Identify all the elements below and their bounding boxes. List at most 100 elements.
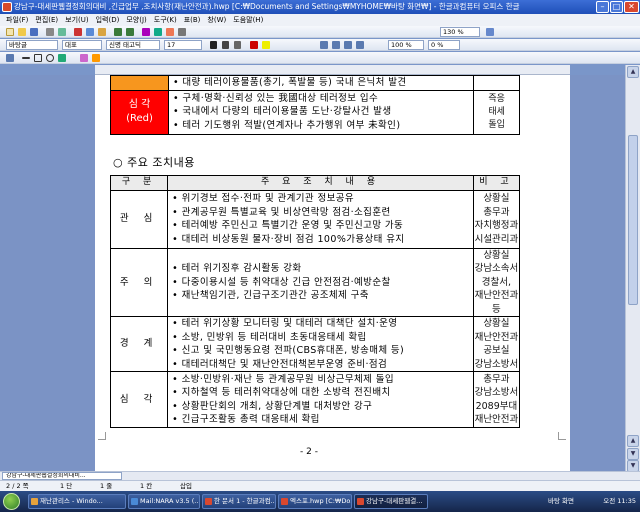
paste-icon[interactable] xyxy=(98,28,106,36)
window-titlebar[interactable]: 강남구-대세판웹결정회의대비 ,긴급업무 ,조치사항(재난안전과).hwp [C… xyxy=(0,0,640,14)
taskbar-item[interactable]: 한 문서 1 - 한글과컴... xyxy=(202,494,276,509)
status-line: 1 줄 xyxy=(100,482,113,490)
system-tray: 바탕 화면 오전 11:35 xyxy=(548,493,640,510)
list-item: 다중이용시설 등 취약대상 긴급 안전점검·예방순찰 xyxy=(172,276,473,290)
open-folder-icon[interactable] xyxy=(18,28,26,36)
hwp-app-icon[interactable] xyxy=(2,2,12,12)
cut-icon[interactable] xyxy=(74,28,82,36)
document-tab[interactable]: 강남구-대세판웹결정회의대비... xyxy=(2,472,122,480)
close-button[interactable]: ✕ xyxy=(624,1,639,13)
status-bar: 2 / 2 쪽 1 단 1 줄 1 칸 삽입 xyxy=(0,480,640,491)
ellipse-icon[interactable] xyxy=(46,54,54,62)
textbox-icon[interactable] xyxy=(58,54,66,62)
alert-level-table: 대량 테러이용물품(총기, 폭발물 등) 국내 은닉처 발견 심 각(Red) … xyxy=(110,75,520,135)
taskbar-item-label: 한 문서 1 - 한글과컴... xyxy=(214,497,276,505)
font-language-select[interactable]: 대표 xyxy=(62,40,102,50)
underline-icon[interactable] xyxy=(234,41,241,49)
header-content: 주 요 조 치 내 용 xyxy=(167,175,474,191)
critical-level-cell: 심 각 (Red) xyxy=(110,89,169,135)
font-select[interactable]: 신명 태고딕 xyxy=(106,40,160,50)
taskbar-item-active[interactable]: 강남구-대세판웹결... xyxy=(354,494,428,509)
prev-page-icon[interactable]: ▲ xyxy=(627,435,639,447)
maximize-button[interactable]: □ xyxy=(610,1,623,13)
print-icon[interactable] xyxy=(46,28,54,36)
menu-insert[interactable]: 입력(D) xyxy=(96,16,120,24)
list-item: 신고 및 국민행동요령 전파(CBS휴대폰, 방송매체 등) xyxy=(172,344,473,358)
list-item: 테러 기도행위 적발(연계자나 추가행위 여부 未확인) xyxy=(173,119,473,133)
table-row: 경 계 테러 위기상황 모니터링 및 대테러 대책단 설치·운영 소방, 민방위… xyxy=(109,316,521,372)
row-content: 테러 위기상황 모니터링 및 대테러 대책단 설치·운영 소방, 민방위 등 테… xyxy=(167,316,474,372)
font-color-icon[interactable] xyxy=(250,41,258,49)
taskbar-item[interactable]: 재난관리스 - Windo... xyxy=(28,494,126,509)
note-line: 재난안전과 xyxy=(474,331,519,343)
font-size-select[interactable]: 17 xyxy=(164,40,202,50)
char-spacing-select[interactable]: 0 % xyxy=(428,40,460,50)
rectangle-icon[interactable] xyxy=(34,54,42,62)
windows-taskbar: 재난관리스 - Windo... Mail:NARA v3.5 (... 한 문… xyxy=(0,491,640,512)
bold-icon[interactable] xyxy=(210,41,217,49)
list-item: 소방·민방위·재난 등 관계공무원 비상근무체제 돌입 xyxy=(172,373,473,387)
menu-table[interactable]: 표(B) xyxy=(184,16,201,24)
menu-file[interactable]: 파일(F) xyxy=(6,16,28,24)
preview-icon[interactable] xyxy=(58,28,66,36)
next-page-icon[interactable]: ▼ xyxy=(627,448,639,460)
menu-format[interactable]: 모양(J) xyxy=(126,16,146,24)
list-item: 테러 위기징후 감시활동 강화 xyxy=(172,262,473,276)
taskbar-item[interactable]: 엑스포.hwp [C:₩Do... xyxy=(278,494,352,509)
list-item: 긴급구조활동 총력 대응태세 확립 xyxy=(172,413,473,427)
align-right-icon[interactable] xyxy=(344,41,352,49)
list-item: 대테러 비상동원 물자·장비 점검 100%가용상태 유지 xyxy=(172,233,473,247)
format-toolbar: 바탕글 대표 신명 태고딕 17 100 % 0 % xyxy=(0,39,640,51)
hwp-icon xyxy=(205,498,212,505)
align-center-icon[interactable] xyxy=(332,41,340,49)
status-mode[interactable]: 삽입 xyxy=(180,481,192,491)
list-item: 재난책임기관, 긴급구조기관간 공조체제 구축 xyxy=(172,289,473,303)
taskbar-item[interactable]: Mail:NARA v3.5 (... xyxy=(128,494,200,509)
style-select[interactable]: 바탕글 xyxy=(6,40,58,50)
new-file-icon[interactable] xyxy=(6,28,14,36)
table-row: 주 의 테러 위기징후 감시활동 강화 다중이용시설 등 취약대상 긴급 안전점… xyxy=(109,247,521,317)
line-icon[interactable] xyxy=(22,57,30,59)
scroll-up-icon[interactable]: ▲ xyxy=(627,66,639,78)
copy-icon[interactable] xyxy=(86,28,94,36)
menubar: 파일(F) 편집(E) 보기(U) 입력(D) 모양(J) 도구(K) 표(B) 창(W) 도움… xyxy=(0,14,640,26)
redo-icon[interactable] xyxy=(126,28,134,36)
page-corner-mark xyxy=(98,432,106,440)
picture-icon[interactable] xyxy=(166,28,174,36)
note-line: 강남소방서 xyxy=(474,358,519,370)
table-icon[interactable] xyxy=(142,28,150,36)
action-measures-table: 구 분 주 요 조 치 내 용 비 고 관 심 위기경보 접수·전파 및 관계기… xyxy=(109,175,521,428)
align-left-icon[interactable] xyxy=(320,41,328,49)
clock[interactable]: 오전 11:35 xyxy=(603,493,636,510)
undo-icon[interactable] xyxy=(114,28,122,36)
note-line: 등 xyxy=(492,303,501,315)
start-button[interactable] xyxy=(3,493,20,510)
menu-edit[interactable]: 편집(E) xyxy=(35,16,58,24)
menu-window[interactable]: 창(W) xyxy=(207,16,226,24)
menu-view[interactable]: 보기(U) xyxy=(65,16,88,24)
note-line: 즉응 xyxy=(488,93,505,104)
note-line: 재난안전과 xyxy=(474,414,519,425)
chart-icon[interactable] xyxy=(154,28,162,36)
menu-help[interactable]: 도움말(H) xyxy=(233,16,263,24)
desktop-toolbar-label[interactable]: 바탕 화면 xyxy=(548,497,574,505)
list-item: 테러예방 주민신고 특별기간 운영 및 주민신고망 가동 xyxy=(172,219,473,233)
highlight-icon[interactable] xyxy=(262,41,270,49)
italic-icon[interactable] xyxy=(222,41,229,49)
menu-tools[interactable]: 도구(K) xyxy=(154,16,177,24)
vertical-scrollbar[interactable]: ▲ ▲ ▼ ▼ xyxy=(625,65,640,473)
find-icon[interactable] xyxy=(178,28,186,36)
save-icon[interactable] xyxy=(30,28,38,36)
minimize-button[interactable]: – xyxy=(596,1,609,13)
shape-icon[interactable] xyxy=(80,54,88,62)
horizontal-ruler[interactable] xyxy=(95,65,570,75)
help-icon[interactable] xyxy=(486,28,494,36)
note-line: 돌입 xyxy=(488,119,505,130)
orange-level-cell xyxy=(110,75,169,91)
scroll-thumb[interactable] xyxy=(628,135,638,305)
align-justify-icon[interactable] xyxy=(356,41,364,49)
select-icon[interactable] xyxy=(6,54,14,62)
zoom-select[interactable]: 130 % xyxy=(440,27,480,37)
char-ratio-select[interactable]: 100 % xyxy=(388,40,424,50)
fill-color-icon[interactable] xyxy=(92,54,100,62)
